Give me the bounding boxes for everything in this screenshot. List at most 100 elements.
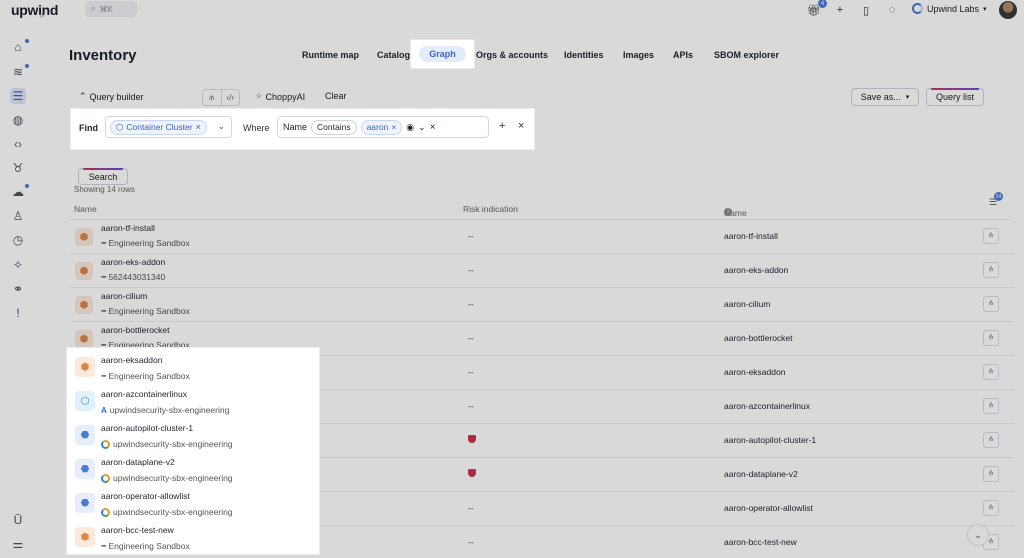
graph-view-icon[interactable]: ⫛ [983, 330, 999, 346]
activity-icon[interactable]: ≋ [10, 64, 26, 80]
tab-orgs-accounts[interactable]: Orgs & accounts [476, 50, 548, 60]
sidebar: ⌂ ≋ ☰ ◍ ‹› ♉︎ ☁︎ ♙ ◷ ✧ ⚭ ! Ū ⚌ [0, 20, 35, 558]
eye-icon[interactable]: ◉ [406, 122, 414, 133]
sparkle-icon[interactable]: ✧ [10, 257, 26, 273]
tab-identities[interactable]: Identities [564, 50, 604, 60]
share-icon[interactable]: ⚭ [10, 281, 26, 297]
search-button[interactable]: Search [78, 168, 128, 185]
chevron-down-icon[interactable]: ⌄ [217, 121, 225, 132]
graph-view-icon[interactable]: ⫛ [983, 432, 999, 448]
book-icon[interactable]: ▯ [859, 3, 873, 17]
add-condition-icon[interactable]: + [499, 120, 505, 132]
graph-view-icon[interactable]: ⫛ [983, 500, 999, 516]
row-name[interactable]: aaron-operator-allowlist [101, 491, 190, 501]
row-account-label: upwindsecurity-sbx-engineering [113, 439, 233, 449]
remove-value-icon[interactable]: × [391, 122, 396, 132]
clock-icon[interactable]: ◷ [10, 232, 26, 248]
graph-view-icon[interactable]: ⫛ [983, 296, 999, 312]
clear-button[interactable]: Clear [325, 91, 347, 101]
tab-apis[interactable]: APIs [673, 50, 693, 60]
org-name: Upwind Labs [927, 3, 980, 14]
row-risk: -- [468, 367, 474, 377]
row-name[interactable]: aaron-bottlerocket [101, 325, 170, 335]
risk-value: -- [468, 265, 474, 275]
col-risk-indication[interactable]: Risk indication [463, 204, 518, 214]
code-icon[interactable]: ‹› [10, 136, 26, 152]
code-view-icon[interactable]: ‹/› [222, 90, 240, 105]
cloud-icon[interactable]: ☁︎ [10, 184, 26, 200]
upwind-icon[interactable]: Ū [10, 512, 26, 528]
table-row[interactable]: ⬢ aaron-cilium ▪▪▪ Engineering Sandbox -- aar… [70, 288, 1015, 322]
highlighted-row[interactable]: ⬢ aaron-eksaddon ▪▪▪ Engineering Sandbox [67, 348, 319, 382]
tab-sbom-explorer[interactable]: SBOM explorer [714, 50, 779, 60]
upwind-logo[interactable]: upwind [11, 2, 58, 18]
sliders-icon[interactable]: ⚌ [10, 536, 26, 552]
row-name[interactable]: aaron-eksaddon [101, 355, 162, 365]
chat-icon[interactable]: ◌ [885, 3, 899, 17]
highlighted-row[interactable]: ⬣ aaron-dataplane-v2 upwindsecurity-sbx-en… [67, 450, 319, 484]
row-name[interactable]: aaron-dataplane-v2 [101, 457, 175, 467]
row-account-label: upwindsecurity-sbx-engineering [113, 473, 233, 483]
cluster-icon: ⬢ [75, 228, 93, 246]
org-switcher[interactable]: Upwind Labs ▾ [912, 3, 987, 14]
condition-value-chip[interactable]: aaron × [360, 119, 403, 135]
row-name[interactable]: aaron-bcc-test-new [101, 525, 174, 535]
row-risk: -- [468, 401, 474, 411]
user-icon[interactable]: ♙ [10, 208, 26, 224]
highlighted-row[interactable]: ⬡ aaron-azcontainerlinux Aupwindsecurity-s… [67, 382, 319, 416]
close-query-icon[interactable]: × [518, 120, 524, 132]
cluster-icon: ⬢ [75, 527, 95, 547]
find-chip[interactable]: ⬡ Container Cluster × [110, 119, 207, 135]
graph-view-icon[interactable]: ⫛ [983, 262, 999, 278]
account-icon: ▪▪▪ [101, 307, 107, 315]
graph-view-icon[interactable]: ⫛ [983, 466, 999, 482]
scroll-down-button[interactable]: ⌄ [967, 524, 989, 546]
tab-catalog[interactable]: Catalog [377, 50, 410, 60]
col-name[interactable]: Name [74, 204, 97, 214]
row-name[interactable]: aaron-tf-install [101, 223, 155, 233]
user-avatar[interactable] [999, 1, 1017, 19]
tab-runtime-map[interactable]: Runtime map [302, 50, 359, 60]
row-name[interactable]: aaron-azcontainerlinux [101, 389, 187, 399]
condition-field[interactable]: Name [283, 122, 307, 132]
query-builder-button[interactable]: ⌃ Query builder [79, 91, 144, 102]
graph-view-icon[interactable]: ⫛ [983, 398, 999, 414]
find-select[interactable]: ⬡ Container Cluster × ⌄ [105, 116, 232, 138]
tab-graph[interactable]: Graph [419, 46, 466, 62]
chevron-down-icon: ▾ [983, 5, 987, 13]
inventory-icon[interactable]: ☰ [10, 88, 26, 104]
row-name[interactable]: aaron-cilium [101, 291, 147, 301]
info-icon: i [724, 208, 732, 216]
collapse-sidebar-icon[interactable]: » [39, 10, 44, 20]
row-name-2: aaron-tf-install [724, 231, 778, 241]
globe-icon[interactable]: ◍ [10, 112, 26, 128]
remove-condition-icon[interactable]: × [430, 122, 436, 133]
row-name[interactable]: aaron-autopilot-cluster-1 [101, 423, 193, 433]
alert-icon[interactable]: ! [10, 305, 26, 321]
remove-chip-icon[interactable]: × [196, 122, 201, 132]
table-row[interactable]: ⬢ aaron-eks-addon ▪▪▪ 562443031340 -- aaron-e… [70, 254, 1015, 288]
global-search[interactable]: ⌕ ⌘K [85, 1, 137, 17]
tab-images[interactable]: Images [623, 50, 654, 60]
choppy-ai-button[interactable]: ✧ ChoppyAI [255, 91, 305, 102]
graph-view-icon[interactable]: ⫛ [983, 364, 999, 380]
chevron-down-icon: ▾ [905, 94, 910, 101]
chevron-down-icon[interactable]: ⌄ [418, 122, 426, 133]
table-row[interactable]: ⬢ aaron-tf-install ▪▪▪ Engineering Sandbox -… [70, 220, 1015, 254]
highlighted-row[interactable]: ⬢ aaron-bcc-test-new ▪▪▪ Engineering Sandbo… [67, 518, 319, 552]
column-settings[interactable]: ☰ 24 [989, 192, 1003, 209]
bug-icon[interactable]: ♉︎ [10, 160, 26, 176]
home-icon[interactable]: ⌂ [10, 39, 26, 55]
condition-operator[interactable]: Contains [311, 119, 357, 135]
risk-value: -- [468, 299, 474, 309]
cluster-icon: ⬢ [75, 296, 93, 314]
highlighted-row[interactable]: ⬣ aaron-autopilot-cluster-1 upwindsecurity… [67, 416, 319, 450]
highlighted-row[interactable]: ⬣ aaron-operator-allowlist upwindsecurity-… [67, 484, 319, 518]
query-list-button[interactable]: Query list [926, 88, 984, 106]
graph-view-icon[interactable]: ⫛ [203, 90, 222, 105]
graph-view-icon[interactable]: ⫛ [983, 228, 999, 244]
plus-icon[interactable]: + [833, 3, 847, 17]
row-name[interactable]: aaron-eks-addon [101, 257, 165, 267]
save-as-button[interactable]: Save as... ▾ [851, 88, 919, 106]
account-icon: ▪▪▪ [101, 273, 107, 281]
